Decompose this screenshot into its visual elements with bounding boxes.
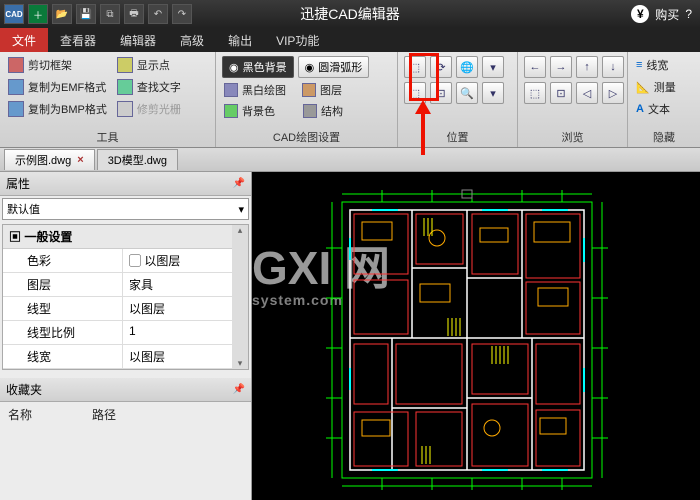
tab-output[interactable]: 输出 [216,28,264,52]
properties-title: 属性 [6,175,30,192]
ruler-horizontal [252,172,700,188]
file-tab-2[interactable]: 3D模型.dwg [97,149,178,170]
pos-btn-8[interactable]: ▾ [482,82,504,104]
file-tab-1[interactable]: 示例图.dwg× [4,149,95,170]
print-icon[interactable]: 🖶 [124,4,144,24]
group-label-cad: CAD绘图设置 [222,129,391,145]
pin-icon[interactable]: 📌 [233,384,245,395]
prop-row-color[interactable]: 色彩▢ 以图层 [3,249,248,273]
nav-up[interactable]: ↑ [576,56,598,78]
new-icon[interactable]: ＋ [28,4,48,24]
tab-viewer[interactable]: 查看器 [48,28,108,52]
text-button[interactable]: A 文本 [634,100,678,118]
prop-row-linescale[interactable]: 线型比例1 [3,321,248,345]
file-tab-bar: 示例图.dwg× 3D模型.dwg [0,148,700,172]
show-points-button[interactable]: 显示点 [115,56,183,74]
open-icon[interactable]: 📂 [52,4,72,24]
copy-emf-button[interactable]: 复制为EMF格式 [6,78,109,96]
fav-col-name: 名称 [8,406,32,423]
ruler-vertical [252,172,268,500]
bg-color-button[interactable]: 背景色 [222,102,277,120]
clip-frame-button[interactable]: 剪切框架 [6,56,109,74]
favorites-header: 收藏夹 📌 [0,378,251,402]
floor-plan-drawing [322,188,622,498]
favorites-title: 收藏夹 [6,381,42,398]
side-panel: 属性 📌 默认值▾ 一般设置 色彩▢ 以图层 图层家具 线型以图层 线型比例1 … [0,172,252,500]
ribbon-group-position: ⬚ ⟳ 🌐 ▾ ⬚ ⊡ 🔍 ▾ 位置 [398,52,518,147]
default-combo[interactable]: 默认值▾ [2,198,249,220]
pos-btn-5[interactable]: ⬚ [404,82,426,104]
tab-vip[interactable]: VIP功能 [264,28,331,52]
nav-right[interactable]: → [550,56,572,78]
ribbon: 剪切框架 复制为EMF格式 复制为BMP格式 显示点 查找文字 修剪光栅 工具 … [0,52,700,148]
undo-icon[interactable]: ↶ [148,4,168,24]
ribbon-group-cad-settings: ◉ 黑色背景 ◉ 圆滑弧形 黑白绘图 图层 背景色 结构 CAD绘图设置 [216,52,398,147]
app-icon[interactable]: CAD [4,4,24,24]
ribbon-group-hide: ≡ 线宽 📐 测量 A 文本 隐藏 [628,52,700,147]
properties-header: 属性 📌 [0,172,251,196]
title-bar: CAD ＋ 📂 💾 ⧉ 🖶 ↶ ↷ 迅捷CAD编辑器 ¥ 购买 ? [0,0,700,28]
black-bg-toggle[interactable]: ◉ 黑色背景 [222,56,294,78]
app-title: 迅捷CAD编辑器 [300,4,400,24]
fav-col-path: 路径 [92,406,116,423]
general-header[interactable]: 一般设置 [3,225,248,249]
title-right: ¥ 购买 ? [631,5,700,23]
group-label-browse: 浏览 [524,129,621,145]
find-text-button[interactable]: 查找文字 [115,78,183,96]
currency-icon[interactable]: ¥ [631,5,649,23]
buy-link[interactable]: 购买 [655,6,679,23]
prop-row-layer[interactable]: 图层家具 [3,273,248,297]
pin-icon[interactable]: 📌 [233,178,245,189]
nav-home[interactable]: ⬚ [524,82,546,104]
saveall-icon[interactable]: ⧉ [100,4,120,24]
help-icon[interactable]: ? [685,7,692,21]
tab-file[interactable]: 文件 [0,28,48,52]
structure-button[interactable]: 结构 [301,102,345,120]
pos-btn-4[interactable]: ▾ [482,56,504,78]
pos-btn-2[interactable]: ⟳ [430,56,452,78]
properties-grid: 一般设置 色彩▢ 以图层 图层家具 线型以图层 线型比例1 线宽以图层 ▴▾ [2,224,249,370]
pos-btn-3[interactable]: 🌐 [456,56,478,78]
prop-row-linewidth[interactable]: 线宽以图层 [3,345,248,369]
favorites-body: 名称 路径 [0,402,251,500]
workspace: 属性 📌 默认值▾ 一般设置 色彩▢ 以图层 图层家具 线型以图层 线型比例1 … [0,172,700,500]
scrollbar[interactable]: ▴▾ [232,225,248,369]
prop-row-linetype[interactable]: 线型以图层 [3,297,248,321]
ribbon-group-tools: 剪切框架 复制为EMF格式 复制为BMP格式 显示点 查找文字 修剪光栅 工具 [0,52,216,147]
group-label-position: 位置 [404,129,511,145]
tab-advanced[interactable]: 高级 [168,28,216,52]
copy-bmp-button[interactable]: 复制为BMP格式 [6,100,109,118]
nav-prev[interactable]: ◁ [576,82,598,104]
nav-next[interactable]: ▷ [602,82,624,104]
nav-fit[interactable]: ⊡ [550,82,572,104]
chevron-down-icon: ▾ [238,203,244,216]
redo-icon[interactable]: ↷ [172,4,192,24]
bw-draw-button[interactable]: 黑白绘图 [222,81,288,99]
layers-button[interactable]: 图层 [300,81,344,99]
nav-down[interactable]: ↓ [602,56,624,78]
close-icon[interactable]: × [77,154,83,166]
drawing-canvas[interactable]: GXI 网 system.com [252,172,700,500]
linewidth-button[interactable]: ≡ 线宽 [634,56,678,74]
measure-button[interactable]: 📐 测量 [634,78,678,96]
nav-left[interactable]: ← [524,56,546,78]
group-label-hide: 隐藏 [634,129,694,145]
menu-bar: 文件 查看器 编辑器 高级 输出 VIP功能 [0,28,700,52]
pos-btn-7[interactable]: 🔍 [456,82,478,104]
ribbon-group-browse: ← → ↑ ↓ ⬚ ⊡ ◁ ▷ 浏览 [518,52,628,147]
trim-raster-button: 修剪光栅 [115,100,183,118]
save-icon[interactable]: 💾 [76,4,96,24]
tab-editor[interactable]: 编辑器 [108,28,168,52]
group-label-tools: 工具 [6,129,209,145]
pos-btn-6[interactable]: ⊡ [430,82,452,104]
pos-btn-1[interactable]: ⬚ [404,56,426,78]
smooth-arc-toggle[interactable]: ◉ 圆滑弧形 [298,56,370,78]
quick-access: CAD ＋ 📂 💾 ⧉ 🖶 ↶ ↷ [0,4,192,24]
